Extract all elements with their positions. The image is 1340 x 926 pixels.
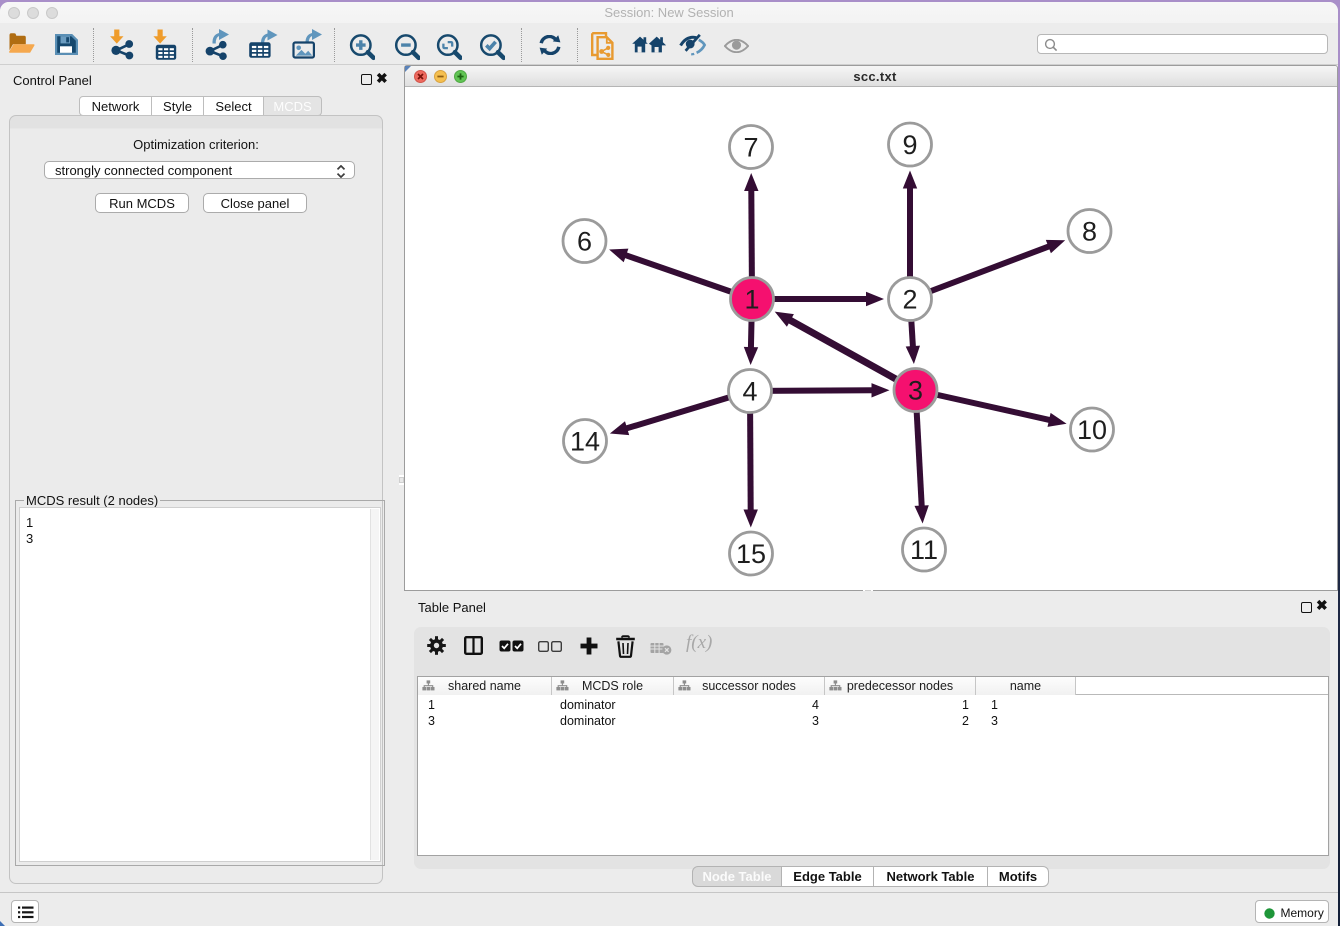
- svg-text:2: 2: [902, 285, 917, 315]
- svg-text:3: 3: [908, 376, 923, 406]
- svg-text:6: 6: [577, 227, 592, 257]
- svg-text:1: 1: [744, 285, 759, 315]
- svg-text:8: 8: [1082, 217, 1097, 247]
- svg-text:4: 4: [742, 377, 757, 407]
- svg-text:15: 15: [736, 539, 766, 569]
- svg-text:10: 10: [1077, 415, 1107, 445]
- svg-text:14: 14: [570, 427, 600, 457]
- svg-text:7: 7: [743, 133, 758, 163]
- svg-text:9: 9: [902, 130, 917, 160]
- svg-text:11: 11: [910, 535, 938, 565]
